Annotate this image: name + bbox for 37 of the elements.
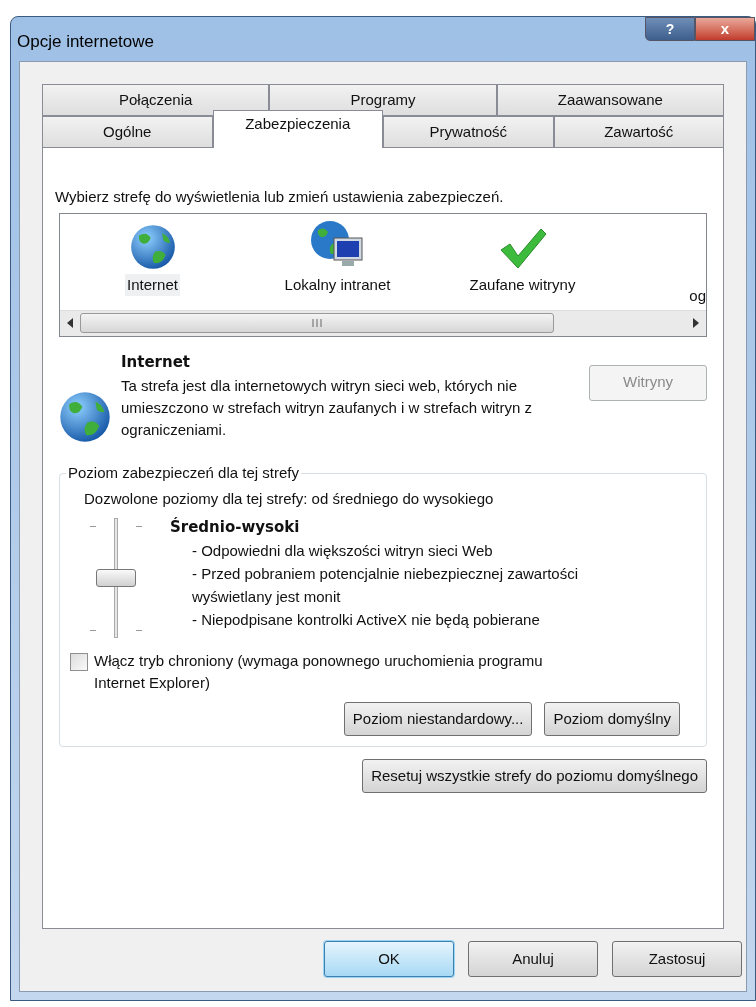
right-arrow-icon[interactable] (692, 318, 700, 328)
zone-label[interactable]: og (689, 285, 706, 308)
tab[interactable]: Zabezpieczenia (212, 110, 383, 148)
level-detail: - Przed pobraniem potencjalnie niebezpiecznej zawartości wyświetlany jest monit (192, 563, 580, 607)
protected-mode-label: Włącz tryb chroniony (wymaga ponownego uruchomienia programu Internet Explorer) (94, 651, 544, 693)
tab[interactable]: Prywatność (383, 116, 554, 148)
dialog-button[interactable]: Zastosuj (612, 941, 742, 977)
level-detail: - Odpowiedni dla większości witryn sieci Web (192, 540, 494, 561)
left-arrow-icon[interactable] (66, 318, 74, 328)
dialog-button[interactable]: Anuluj (468, 941, 598, 977)
reset-all-zones-button[interactable]: Resetuj wszystkie strefy do poziomu domyślnego (362, 759, 707, 793)
tab[interactable]: Ogólne (42, 116, 213, 148)
horizontal-scrollbar[interactable] (60, 309, 706, 336)
tab[interactable]: Programy (269, 84, 497, 116)
custom-level-button[interactable]: Poziom niestandardowy... (343, 702, 533, 736)
instruction-text: Wybierz strefę do wyświetlenia lub zmień ustawienia zabezpieczeń. (55, 187, 505, 207)
scrollbar-thumb[interactable] (80, 313, 554, 333)
level-name: Średnio-wysoki (170, 516, 301, 538)
zone-title: Internet (121, 351, 192, 373)
help-button[interactable]: ? (645, 17, 695, 41)
dialog-button[interactable]: OK (324, 941, 454, 977)
zone-label[interactable]: Lokalny intranet (282, 273, 393, 296)
globe-icon (59, 390, 111, 443)
slider-thumb[interactable] (96, 569, 136, 587)
zone-description: Ta strefa jest dla internetowych witryn sieci web, których nie umieszczono w strefach witryn zaufanych i w strefach witryn z ograniczeniami. (121, 376, 533, 440)
tab[interactable]: Połączenia (42, 84, 270, 116)
level-detail: - Niepodpisane kontrolki ActiveX nie będą pobierane (192, 609, 541, 630)
zone-label[interactable]: Internet (125, 273, 180, 296)
allowed-levels-text: Dozwolone poziomy dla tej strefy: od średniego do wysokiego (84, 488, 495, 509)
zone-label[interactable]: Zaufane witryny (467, 273, 578, 296)
globe-icon (129, 223, 176, 270)
tab[interactable]: Zaawansowane (496, 84, 724, 116)
default-level-button[interactable]: Poziom domyślny (544, 702, 680, 736)
protected-mode-checkbox[interactable] (70, 653, 88, 671)
grip-icon (312, 319, 322, 327)
tab[interactable]: Zawartość (553, 116, 724, 148)
window-title: Opcje internetowe (17, 31, 155, 53)
